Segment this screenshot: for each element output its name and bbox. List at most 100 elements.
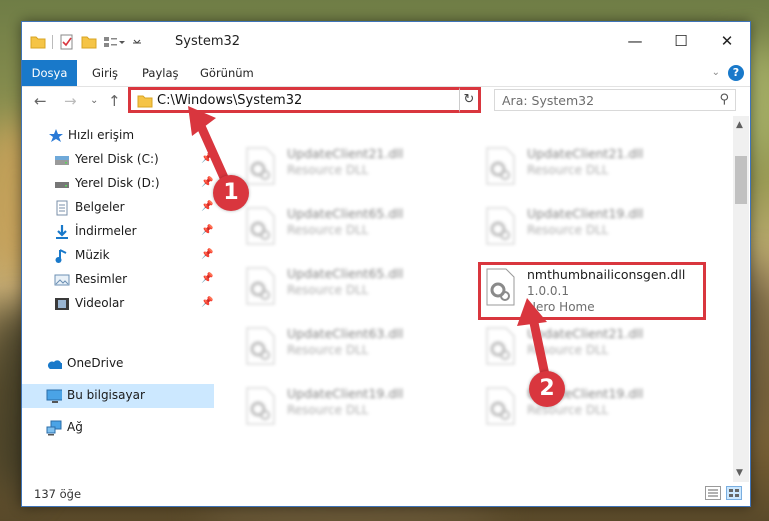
recent-locations-button[interactable]: ⌄ — [90, 95, 98, 106]
sidebar-item-local-disk-d[interactable]: Yerel Disk (D:) 📌 — [22, 172, 214, 196]
refresh-icon: ↻ — [463, 92, 475, 107]
dll-file-icon — [246, 327, 275, 365]
refresh-button[interactable]: ↻ — [459, 87, 481, 113]
file-tile[interactable]: UpdateClient19.dll Resource DLL — [481, 204, 711, 256]
sidebar-item-quick-access[interactable]: Hızlı erişim — [22, 124, 214, 148]
sidebar-item-this-pc[interactable]: Bu bilgisayar — [22, 384, 214, 408]
sidebar-item-label: Yerel Disk (C:) — [75, 152, 159, 166]
sidebar-item-pictures[interactable]: Resimler 📌 — [22, 268, 214, 292]
file-tile[interactable]: UpdateClient21.dll Resource DLL — [481, 144, 711, 196]
address-bar[interactable]: C:\Windows\System32 ⌄ — [128, 87, 480, 113]
address-path: C:\Windows\System32 — [157, 93, 303, 108]
sidebar-item-downloads[interactable]: İndirmeler 📌 — [22, 220, 214, 244]
vertical-scrollbar[interactable]: ▲ ▼ — [733, 116, 749, 482]
dll-file-icon — [246, 267, 275, 305]
chevron-down-icon[interactable] — [131, 35, 143, 49]
pictures-icon — [54, 274, 70, 286]
file-name: UpdateClient21.dll — [287, 146, 404, 161]
navigation-pane: Hızlı erişim Yerel Disk (C:) 📌 Yerel Dis… — [22, 122, 214, 482]
file-list: UpdateClient21.dll Resource DLL UpdateCl… — [215, 116, 733, 480]
file-type: Resource DLL — [287, 343, 369, 357]
file-tile-nmthumbnailiconsgen[interactable]: nmthumbnailiconsgen.dll 1.0.0.1 Nero Hom… — [478, 262, 706, 320]
pin-icon: 📌 — [201, 153, 214, 164]
sidebar-item-local-disk-c[interactable]: Yerel Disk (C:) 📌 — [22, 148, 214, 172]
details-view-button[interactable] — [705, 486, 721, 500]
file-type: Resource DLL — [287, 163, 369, 177]
tab-file[interactable]: Dosya — [22, 60, 77, 86]
arrow-right-icon: → — [64, 92, 77, 110]
drive-icon — [55, 182, 69, 188]
file-tile[interactable]: UpdateClient19.dll Resource DLL — [241, 384, 471, 436]
dll-file-icon — [486, 147, 515, 185]
file-tile[interactable]: UpdateClient19.dll Resource DLL — [481, 384, 711, 436]
sidebar-item-label: Belgeler — [75, 200, 125, 214]
item-count: 137 öğe — [34, 487, 82, 501]
sidebar-item-label: Yerel Disk (D:) — [75, 176, 160, 190]
sidebar-item-music[interactable]: Müzik 📌 — [22, 244, 214, 268]
sidebar-item-label: Ağ — [67, 420, 83, 434]
pin-icon: 📌 — [201, 177, 214, 188]
sidebar-item-documents[interactable]: Belgeler 📌 — [22, 196, 214, 220]
file-tile[interactable]: UpdateClient63.dll Resource DLL — [241, 324, 471, 376]
sidebar-item-network[interactable]: Ağ — [22, 416, 214, 440]
status-bar: 137 öğe — [22, 482, 750, 506]
tab-home[interactable]: Giriş — [92, 60, 118, 86]
step-marker-2: 2 — [529, 371, 565, 407]
sidebar-item-label: Bu bilgisayar — [67, 388, 145, 402]
cloud-icon — [48, 360, 62, 369]
forward-button[interactable]: → — [64, 92, 77, 110]
large-icons-view-button[interactable] — [726, 486, 742, 500]
documents-icon — [56, 200, 68, 216]
download-icon — [56, 225, 68, 239]
close-button[interactable]: ✕ — [704, 22, 750, 60]
file-tile[interactable]: UpdateClient21.dll Resource DLL — [481, 324, 711, 376]
dll-file-icon — [246, 207, 275, 245]
ribbon-tabs: Dosya Giriş Paylaş Görünüm ⌄ ? — [22, 60, 750, 87]
tab-view[interactable]: Görünüm — [200, 60, 254, 86]
arrow-left-icon: ← — [34, 92, 47, 110]
file-name: UpdateClient65.dll — [287, 206, 404, 221]
file-name: UpdateClient63.dll — [287, 326, 404, 341]
file-tile[interactable]: UpdateClient65.dll Resource DLL — [241, 204, 471, 256]
file-tile[interactable]: UpdateClient65.dll Resource DLL — [241, 264, 471, 316]
dll-file-icon — [246, 387, 275, 425]
minimize-button[interactable]: — — [612, 22, 658, 60]
sidebar-item-onedrive[interactable]: OneDrive — [22, 352, 214, 376]
title-bar: System32 — ☐ ✕ — [22, 22, 750, 60]
pin-icon: 📌 — [201, 249, 214, 260]
minimize-icon: — — [627, 32, 643, 50]
file-tile[interactable]: UpdateClient21.dll Resource DLL — [241, 144, 471, 196]
quick-access-toolbar — [30, 34, 143, 50]
file-company: Nero Home — [527, 300, 595, 314]
new-folder-icon[interactable] — [81, 35, 97, 49]
pin-icon: 📌 — [201, 201, 214, 212]
maximize-button[interactable]: ☐ — [658, 22, 704, 60]
pin-icon: 📌 — [201, 225, 214, 236]
file-type: Resource DLL — [527, 223, 609, 237]
expand-ribbon-icon[interactable]: ⌄ — [712, 67, 720, 78]
help-icon[interactable]: ? — [728, 65, 744, 81]
file-type: Resource DLL — [287, 403, 369, 417]
sidebar-item-videos[interactable]: Videolar 📌 — [22, 292, 214, 316]
tab-share[interactable]: Paylaş — [142, 60, 179, 86]
properties-icon[interactable] — [59, 34, 75, 50]
dll-file-icon — [246, 147, 275, 185]
search-box[interactable]: Ara: System32 ⚲ — [494, 89, 736, 111]
file-name: UpdateClient21.dll — [527, 326, 644, 341]
dll-file-icon — [486, 207, 515, 245]
toolbar-divider — [52, 35, 53, 49]
folder-icon — [30, 36, 46, 49]
network-icon — [46, 420, 62, 436]
back-button[interactable]: ← — [34, 92, 47, 110]
file-name: UpdateClient19.dll — [527, 206, 644, 221]
videos-icon — [55, 298, 69, 310]
pin-icon: 📌 — [201, 297, 214, 308]
customize-toolbar-icon[interactable] — [103, 35, 125, 49]
file-type: Resource DLL — [287, 283, 369, 297]
scroll-up-icon[interactable]: ▲ — [736, 120, 743, 130]
scrollbar-thumb[interactable] — [735, 156, 747, 204]
up-button[interactable]: ↑ — [108, 92, 121, 110]
file-type: Resource DLL — [287, 223, 369, 237]
scroll-down-icon[interactable]: ▼ — [736, 468, 743, 478]
window-title: System32 — [175, 34, 241, 49]
